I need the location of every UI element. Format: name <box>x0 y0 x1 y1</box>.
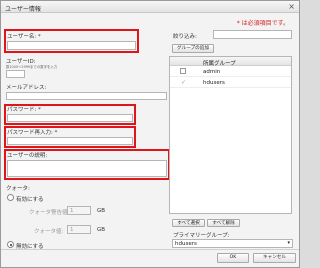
password-confirm-label: パスワード再入力: * <box>7 130 58 136</box>
quota-label: クォータ: <box>6 186 30 192</box>
checkbox-icon[interactable] <box>180 68 186 74</box>
cancel-label: キャンセル <box>263 255 286 260</box>
quota-hard-input[interactable]: 1 <box>67 225 91 234</box>
select-all-button[interactable]: すべて選択 <box>172 219 205 227</box>
ok-label: OK <box>229 255 237 260</box>
filter-label: 絞り込み: <box>173 34 197 40</box>
cancel-button[interactable]: キャンセル <box>253 253 296 263</box>
quota-disable-radio[interactable] <box>7 241 14 248</box>
password-label: パスワード: * <box>7 107 41 113</box>
ok-button[interactable]: OK <box>217 253 249 263</box>
quota-limit-unit: GB <box>97 208 106 214</box>
group-row-hdusers[interactable]: ✓ hdusers <box>170 77 291 88</box>
email-label: メールアドレス: <box>6 85 47 91</box>
close-icon[interactable]: × <box>288 2 295 12</box>
quota-hard-value: 1 <box>70 227 74 233</box>
group-list: 所属グループ admin ✓ hdusers <box>169 56 292 214</box>
password-confirm-input[interactable] <box>7 137 133 145</box>
user-info-dialog: ユーザー情報 × * は必須項目です。 ユーザー名: * ユーザーID: 数10… <box>0 0 300 268</box>
filter-input[interactable] <box>213 30 292 39</box>
footer-divider <box>1 249 299 250</box>
quota-limit-label: クォータ警告値: <box>29 210 70 216</box>
deselect-all-button[interactable]: すべて解除 <box>207 219 240 227</box>
quota-limit-input[interactable]: 1 <box>67 206 91 215</box>
uid-input[interactable] <box>6 70 25 78</box>
username-input[interactable] <box>7 41 136 50</box>
add-group-button[interactable]: グループの追加 <box>172 44 214 53</box>
quota-enable-radio[interactable] <box>7 194 14 201</box>
group-row-admin[interactable]: admin <box>170 66 291 77</box>
chevron-down-icon: ▾ <box>287 240 290 246</box>
primary-group-select[interactable]: hdusers ▾ <box>172 239 293 248</box>
dialog-title: ユーザー情報 <box>5 6 41 13</box>
group-list-header: 所属グループ <box>170 57 291 67</box>
username-label: ユーザー名: * <box>7 34 41 40</box>
description-textarea[interactable] <box>7 160 167 177</box>
group-name-hdusers: hdusers <box>203 80 225 86</box>
primary-group-label: プライマリーグループ: <box>173 233 230 239</box>
title-bar: ユーザー情報 × <box>1 1 299 13</box>
email-input[interactable] <box>6 92 167 100</box>
quota-limit-value: 1 <box>70 208 74 214</box>
required-note: * は必須項目です。 <box>236 20 289 27</box>
primary-group-value: hdusers <box>175 241 197 247</box>
uid-hint: 数1000～2999までの数字を入力 <box>6 65 58 69</box>
checkmark-icon[interactable]: ✓ <box>181 79 186 86</box>
password-input[interactable] <box>7 114 133 122</box>
quota-hard-label: クォータ値: <box>34 229 64 235</box>
quota-enable-label: 有効にする <box>16 197 44 203</box>
description-label: ユーザーの説明: <box>7 153 48 159</box>
group-name-admin: admin <box>203 69 221 75</box>
quota-hard-unit: GB <box>97 227 106 233</box>
